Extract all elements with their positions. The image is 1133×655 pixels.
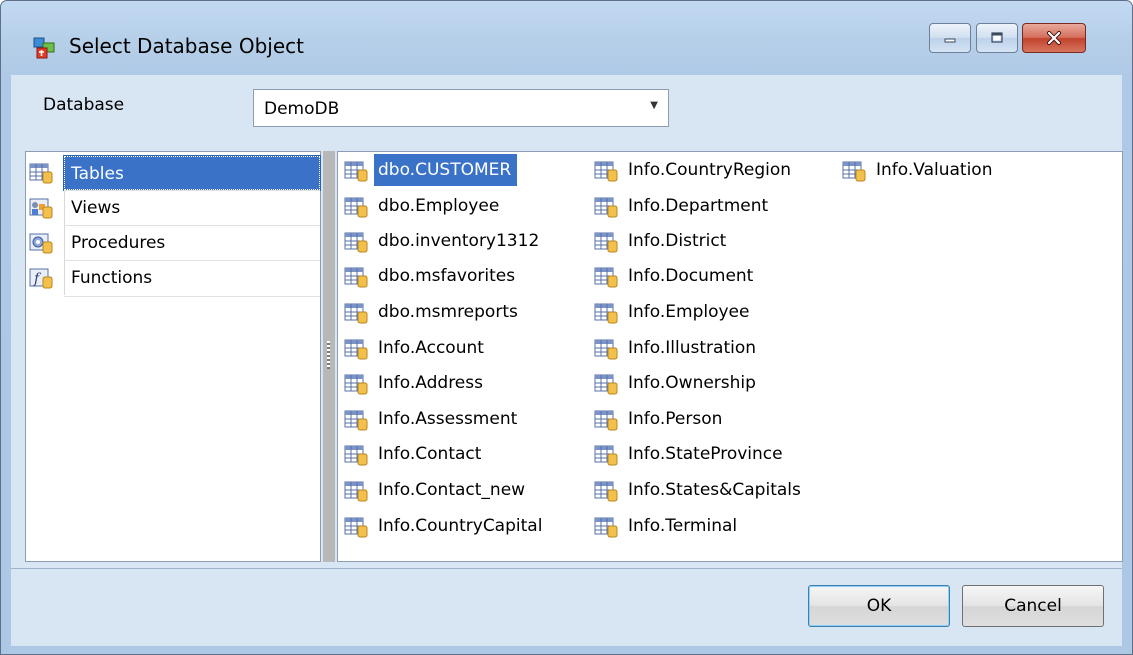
dialog-window: Select Database Object Database DemoDB ▼ xyxy=(0,0,1133,655)
table-icon xyxy=(344,267,368,288)
view-icon xyxy=(29,198,53,219)
table-icon xyxy=(594,232,618,253)
object-label: Info.Employee xyxy=(628,302,750,322)
category-label: Functions xyxy=(64,261,320,295)
object-label: Info.StateProvince xyxy=(628,444,783,464)
maximize-button[interactable] xyxy=(976,23,1018,53)
category-label: Procedures xyxy=(64,226,320,260)
cancel-button[interactable]: Cancel xyxy=(962,585,1104,627)
object-label: Info.Person xyxy=(628,409,723,429)
object-label: dbo.msfavorites xyxy=(378,266,516,286)
category-label: Views xyxy=(64,191,320,225)
object-label: Info.CountryCapital xyxy=(378,516,543,536)
minimize-icon xyxy=(944,38,956,43)
object-label: dbo.Employee xyxy=(378,196,500,216)
table-icon xyxy=(594,481,618,502)
ok-button[interactable]: OK xyxy=(808,585,950,627)
object-label: Info.Assessment xyxy=(378,409,518,429)
database-select-value: DemoDB xyxy=(264,99,340,119)
table-icon xyxy=(344,517,368,538)
table-icon xyxy=(344,410,368,431)
database-label: Database xyxy=(43,95,125,115)
minimize-button[interactable] xyxy=(929,23,971,53)
table-icon xyxy=(594,410,618,431)
object-label: dbo.inventory1312 xyxy=(378,231,540,251)
table-icon xyxy=(344,481,368,502)
procedure-icon xyxy=(29,233,53,254)
category-item-tables[interactable]: Tables xyxy=(28,155,321,191)
table-icon xyxy=(594,374,618,395)
object-label: Info.Department xyxy=(628,196,769,216)
object-type-list: Tables Views Procedures f Functions xyxy=(25,151,321,562)
table-icon xyxy=(594,517,618,538)
object-label: Info.Document xyxy=(628,266,754,286)
object-label: Info.Address xyxy=(378,373,483,393)
category-item-views[interactable]: Views xyxy=(28,191,320,225)
table-icon xyxy=(29,163,53,184)
object-label: Info.Illustration xyxy=(628,338,757,358)
divider xyxy=(64,296,320,297)
table-icon xyxy=(344,445,368,466)
object-label: Info.District xyxy=(628,231,727,251)
object-label: dbo.msmreports xyxy=(378,302,518,322)
object-label: Info.Account xyxy=(378,338,484,358)
close-icon xyxy=(1047,31,1061,45)
object-label: Info.Contact_new xyxy=(378,480,526,500)
object-label: Info.Ownership xyxy=(628,373,756,393)
category-item-procedures[interactable]: Procedures xyxy=(28,226,320,260)
object-list: dbo.CUSTOMER dbo.Employee dbo.inventory1… xyxy=(337,151,1123,562)
table-icon xyxy=(344,161,368,182)
maximize-icon xyxy=(991,32,1003,43)
table-icon xyxy=(594,197,618,218)
table-icon xyxy=(594,267,618,288)
table-icon xyxy=(594,445,618,466)
table-icon xyxy=(344,232,368,253)
object-label: dbo.CUSTOMER xyxy=(374,154,518,186)
object-label: Info.Contact xyxy=(378,444,482,464)
divider xyxy=(11,568,1122,569)
table-icon xyxy=(594,339,618,360)
table-icon xyxy=(594,161,618,182)
object-label: Info.Terminal xyxy=(628,516,738,536)
app-icon xyxy=(33,37,55,59)
table-icon xyxy=(344,374,368,395)
object-label: Info.CountryRegion xyxy=(628,160,792,180)
panel-splitter[interactable] xyxy=(323,151,335,562)
category-item-functions[interactable]: f Functions xyxy=(28,261,320,295)
table-icon xyxy=(594,303,618,324)
database-select[interactable]: DemoDB ▼ xyxy=(253,89,669,127)
table-icon xyxy=(344,303,368,324)
category-label: Tables xyxy=(63,155,321,191)
object-label: Info.States&Capitals xyxy=(628,480,801,500)
table-icon xyxy=(344,339,368,360)
chevron-down-icon[interactable]: ▼ xyxy=(650,100,658,111)
table-icon xyxy=(842,161,866,182)
splitter-grip-icon[interactable] xyxy=(327,341,330,369)
window-title: Select Database Object xyxy=(69,34,304,58)
object-label: Info.Valuation xyxy=(876,160,993,180)
function-icon: f xyxy=(29,268,53,289)
close-button[interactable] xyxy=(1022,23,1086,53)
table-icon xyxy=(344,197,368,218)
